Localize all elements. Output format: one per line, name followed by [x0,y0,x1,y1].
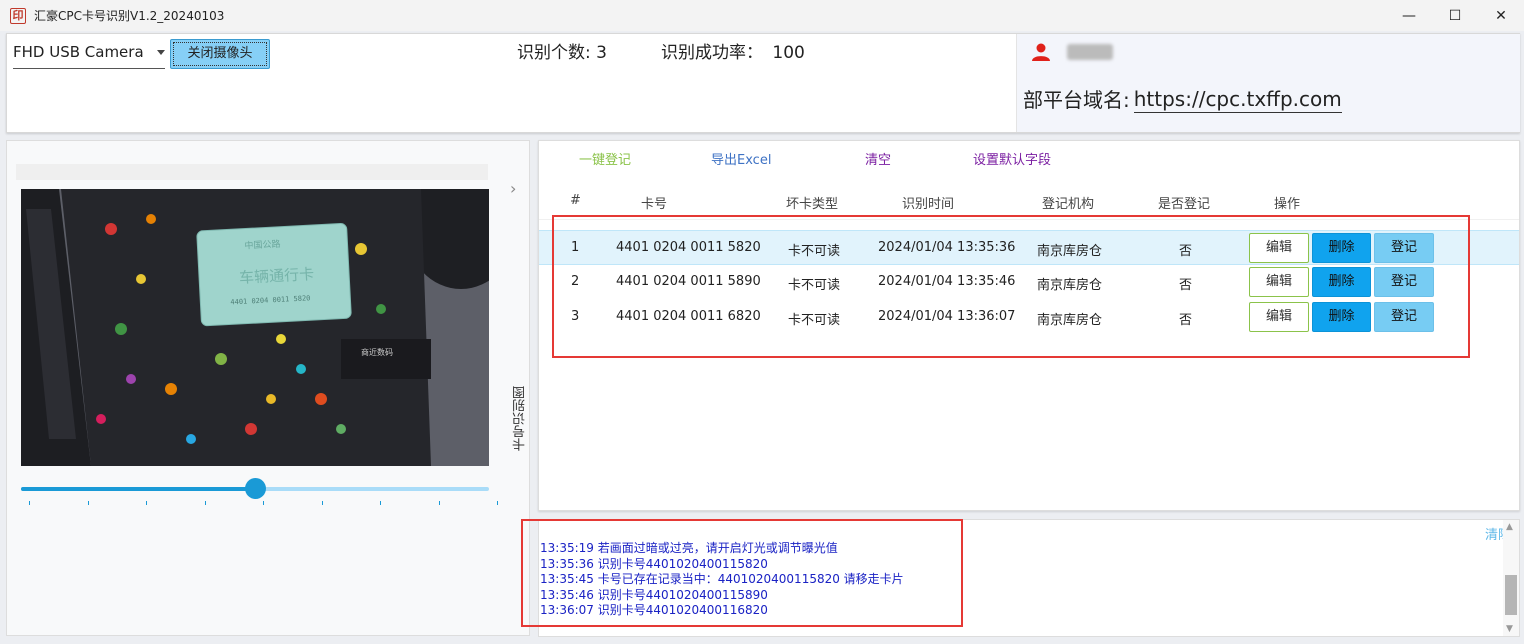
export-excel-link[interactable]: 导出Excel [711,149,771,168]
scroll-up-icon[interactable]: ▲ [1506,522,1513,532]
highlight-box-log [521,519,963,627]
col-header-registered: 是否登记 [1158,197,1211,212]
window-controls: — ☐ ✕ [1386,0,1524,31]
recognized-count: 识别个数: 3 [517,43,607,63]
scroll-down-icon[interactable]: ▼ [1506,624,1513,634]
title-bar: 印 汇豪CPC卡号识别V1.2_20240103 — ☐ ✕ [0,0,1524,31]
col-header-org: 登记机构 [1042,197,1095,212]
exposure-slider-thumb[interactable] [245,478,266,499]
register-all-link[interactable]: 一键登记 [579,149,631,168]
success-rate: 识别成功率： 100 [661,38,805,63]
close-button[interactable]: ✕ [1478,0,1524,31]
col-header-time: 识别时间 [902,197,955,212]
slider-tick [321,501,323,505]
camera-frame-image: 商近数码 中国公路 车辆通行卡 4401 0204 0011 5820 [21,189,489,466]
success-rate-value: 100 [772,43,805,63]
user-name-blurred [1067,44,1113,60]
set-defaults-link[interactable]: 设置默认字段 [973,149,1051,168]
success-rate-label: 识别成功率： [661,43,763,63]
camera-preview: 商近数码 中国公路 车辆通行卡 4401 0204 0011 5820 [21,189,489,466]
chevron-down-icon [157,50,165,55]
domain-field[interactable]: https://cpc.txffp.com [1133,87,1342,113]
domain-label: 部平台域名: [1023,88,1130,112]
log-scrollbar[interactable]: ▲ ▼ [1503,520,1519,636]
scrollbar-thumb[interactable] [1505,575,1517,615]
slider-tick [380,501,381,505]
col-header-bad-type: 坏卡类型 [786,197,839,212]
exposure-slider-fill [21,487,255,491]
slider-tick [87,501,89,505]
side-tab-card-image[interactable]: 卡号识别图 [511,386,533,451]
camera-select-value: FHD USB Camera [13,43,144,61]
mat-caption: 商近数码 [361,347,393,357]
maximize-button[interactable]: ☐ [1432,0,1478,31]
person-icon [1032,43,1050,61]
app-seal-icon: 印 [10,7,26,24]
header-panel: FHD USB Camera 关闭摄像头 识别个数: 3 识别成功率： 100 … [6,33,1520,133]
highlight-box-table [552,215,1470,358]
domain-row: 部平台域名: https://cpc.txffp.com [1023,84,1342,113]
col-header-index: # [570,193,581,208]
camera-panel: 商近数码 中国公路 车辆通行卡 4401 0204 0011 5820 › 卡号… [6,140,530,636]
slider-tick [204,501,206,505]
user-panel: 部平台域名: https://cpc.txffp.com [1016,34,1520,132]
clear-link[interactable]: 清空 [865,149,891,168]
slider-tick [263,501,264,505]
camera-status-bar [16,164,488,180]
col-header-card-no: 卡号 [641,197,668,212]
camera-select[interactable]: FHD USB Camera [13,40,165,69]
close-camera-button[interactable]: 关闭摄像头 [170,39,270,69]
chevron-right-icon[interactable]: › [510,179,516,198]
slider-tick [29,501,30,505]
minimize-button[interactable]: — [1386,0,1432,31]
slider-tick [497,501,498,505]
exposure-slider[interactable] [21,478,489,499]
window-title: 汇豪CPC卡号识别V1.2_20240103 [34,9,225,23]
col-header-actions: 操作 [1274,197,1301,212]
slider-tick [146,501,147,505]
slider-tick [438,501,440,505]
